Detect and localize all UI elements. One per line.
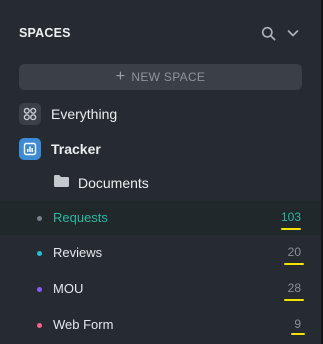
- spaces-title: SPACES: [19, 26, 71, 40]
- spaces-header: SPACES: [19, 24, 301, 42]
- folder-label: Documents: [78, 175, 149, 191]
- search-icon[interactable]: [260, 25, 276, 41]
- status-dot: [37, 251, 42, 256]
- list-count: 28: [287, 281, 301, 295]
- list-name: Requests: [53, 210, 108, 225]
- header-actions: [260, 25, 301, 41]
- status-dot: [37, 216, 42, 221]
- list-count: 9: [294, 317, 301, 331]
- status-dot: [37, 323, 42, 328]
- list-item-web-form[interactable]: Web Form 9: [0, 308, 321, 342]
- list-name: MOU: [53, 281, 84, 296]
- list-name: Web Form: [53, 317, 114, 332]
- space-item-everything[interactable]: Everything: [19, 102, 117, 126]
- list-item-requests[interactable]: Requests 103: [0, 201, 321, 235]
- list-item-reviews[interactable]: Reviews 20: [0, 236, 321, 270]
- folder-icon: [53, 174, 70, 193]
- highlight-underline: [284, 299, 304, 301]
- highlight-underline: [284, 263, 304, 265]
- new-space-button[interactable]: + NEW SPACE: [19, 64, 302, 90]
- highlight-underline: [291, 333, 305, 335]
- folder-item-documents[interactable]: Documents: [53, 172, 149, 194]
- highlight-underline: [281, 228, 301, 230]
- plus-icon: +: [115, 68, 126, 85]
- list-count: 103: [280, 210, 301, 224]
- chevron-down-icon[interactable]: [285, 25, 301, 41]
- space-label-everything: Everything: [51, 106, 118, 122]
- chart-icon: [19, 138, 41, 160]
- status-dot: [37, 287, 42, 292]
- list-count: 20: [287, 245, 301, 259]
- space-item-tracker[interactable]: Tracker: [19, 137, 101, 161]
- space-label-tracker: Tracker: [51, 141, 101, 157]
- list-item-mou[interactable]: MOU 28: [0, 272, 321, 306]
- new-space-label: NEW SPACE: [131, 70, 206, 84]
- grid-icon: [19, 103, 41, 125]
- list-name: Reviews: [53, 245, 103, 260]
- spaces-panel: SPACES + NEW SPACE Everything Tracker Do…: [0, 0, 321, 344]
